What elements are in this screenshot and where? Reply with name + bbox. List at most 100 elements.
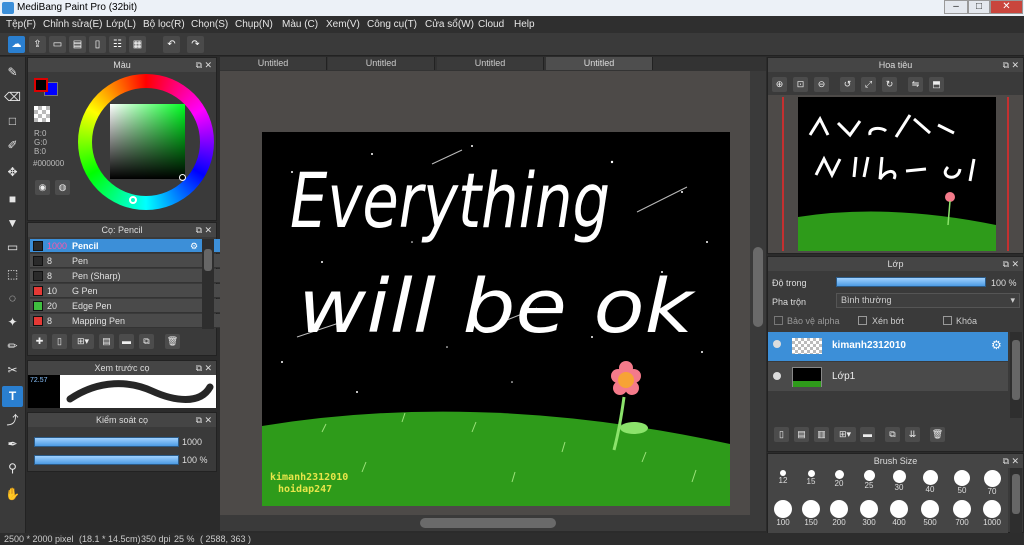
brush-size-scrollbar[interactable] [1010, 468, 1022, 534]
brush-size-20[interactable]: 20 [827, 470, 851, 488]
select-eraser-tool-icon[interactable]: ✂ [2, 360, 23, 381]
menu-window[interactable]: Cửa sổ(W) [425, 19, 474, 30]
menu-select[interactable]: Chọn(S) [191, 19, 228, 30]
brush-item-mapping-pen[interactable]: 8 Mapping Pen [30, 314, 226, 328]
menu-tools[interactable]: Công cụ(T) [367, 19, 417, 30]
layer-folder-icon[interactable]: ▬ [860, 427, 875, 442]
close-icon[interactable]: ✕ [204, 361, 212, 375]
folder-icon[interactable]: ▬ [119, 334, 134, 349]
flip-icon[interactable]: ⇋ [908, 77, 923, 92]
tab-untitled-4[interactable]: Untitled [546, 57, 653, 70]
brush-item-pen[interactable]: 8 Pen [30, 254, 226, 268]
popout-icon[interactable]: ⧉ [196, 223, 202, 237]
brush-item-g-pen[interactable]: 10 G Pen [30, 284, 226, 298]
operation-tool-icon[interactable]: ⤴ [2, 410, 23, 431]
popout-icon[interactable]: ⧉ [196, 58, 202, 72]
saturation-value-square[interactable] [110, 104, 185, 179]
new-layer-icon[interactable]: ▯ [774, 427, 789, 442]
menu-file[interactable]: Tệp(F) [6, 19, 36, 30]
brush-size-700[interactable]: 700 [950, 500, 974, 527]
zoom-out-icon[interactable]: ⊖ [814, 77, 829, 92]
duplicate-icon[interactable]: ⧉ [139, 334, 154, 349]
menu-color[interactable]: Màu (C) [282, 19, 318, 30]
gradient-tool-icon[interactable]: ▭ [2, 237, 23, 258]
popout-icon[interactable]: ⧉ [1003, 257, 1009, 271]
page-icon[interactable]: ▯ [89, 36, 106, 53]
vertical-scrollbar[interactable] [750, 71, 766, 515]
comment-icon[interactable]: ▭ [49, 36, 66, 53]
new-halftone-layer-icon[interactable]: ▤ [794, 427, 809, 442]
layer-list-scrollbar[interactable] [1010, 332, 1022, 418]
close-button[interactable]: ✕ [990, 0, 1023, 14]
brush-size-200[interactable]: 200 [827, 500, 851, 527]
move-tool-icon[interactable]: ✥ [2, 162, 23, 183]
add-brush-icon[interactable]: ✚ [32, 334, 47, 349]
brush-size-slider[interactable] [34, 437, 179, 447]
pen-tool-icon[interactable]: ✐ [2, 135, 23, 156]
minimize-button[interactable]: – [944, 0, 968, 14]
select-rect-tool-icon[interactable]: ⬚ [2, 264, 23, 285]
grid-icon[interactable]: ▦ [129, 36, 146, 53]
tab-untitled-3[interactable]: Untitled [437, 57, 544, 70]
artwork-canvas[interactable]: Everything will be ok kimanh2312010 hoid… [262, 132, 730, 506]
menu-help[interactable]: Help [514, 19, 535, 30]
page-list-icon[interactable]: ☷ [109, 36, 126, 53]
lock-checkbox[interactable] [943, 316, 952, 325]
close-icon[interactable]: ✕ [1011, 454, 1019, 468]
palette-edit-icon[interactable]: ◍ [55, 180, 70, 195]
undo-icon[interactable]: ↶ [163, 36, 180, 53]
brush-opacity-slider[interactable] [34, 455, 179, 465]
transparent-swatch[interactable] [34, 106, 50, 122]
lock-view-icon[interactable]: ⬒ [929, 77, 944, 92]
new-brush-icon[interactable]: ▯ [52, 334, 67, 349]
magic-wand-tool-icon[interactable]: ✦ [2, 312, 23, 333]
layer-add-menu-icon[interactable]: ⊞▾ [834, 427, 856, 442]
close-icon[interactable]: ✕ [204, 58, 212, 72]
layer-row-lop1[interactable]: Lớp1 [768, 362, 1008, 391]
close-icon[interactable]: ✕ [1011, 58, 1019, 72]
redo-icon[interactable]: ↷ [187, 36, 204, 53]
bucket-tool-icon[interactable]: ▼ [2, 213, 23, 234]
comment-edit-icon[interactable]: ▤ [69, 36, 86, 53]
brush-size-25[interactable]: 25 [857, 470, 881, 490]
brush-size-400[interactable]: 400 [887, 500, 911, 527]
close-icon[interactable]: ✕ [1011, 257, 1019, 271]
popout-icon[interactable]: ⧉ [1003, 454, 1009, 468]
zoom-in-icon[interactable]: ⊕ [772, 77, 787, 92]
brush-size-100[interactable]: 100 [771, 500, 795, 527]
pipette-tool-icon[interactable]: ⚲ [2, 458, 23, 479]
fit-window-icon[interactable]: ⤢ [861, 77, 876, 92]
cloud-icon[interactable]: ☁ [8, 36, 25, 53]
color-marker[interactable] [179, 174, 186, 181]
menu-filter[interactable]: Bộ lọc(R) [143, 19, 185, 30]
brush-tool-icon[interactable]: ✎ [2, 62, 23, 83]
rotate-left-icon[interactable]: ↺ [840, 77, 855, 92]
brush-size-150[interactable]: 150 [799, 500, 823, 527]
brush-size-300[interactable]: 300 [857, 500, 881, 527]
brush-item-pencil[interactable]: 1000 Pencil ⚙ [30, 239, 226, 253]
menu-cloud[interactable]: Cloud [478, 19, 504, 30]
horizontal-scrollbar[interactable] [220, 515, 766, 531]
brush-size-1000[interactable]: 1000 [980, 500, 1004, 527]
select-pen-tool-icon[interactable]: ✏ [2, 336, 23, 357]
popout-icon[interactable]: ⧉ [196, 361, 202, 375]
brush-item-pen-sharp[interactable]: 8 Pen (Sharp) [30, 269, 226, 283]
gear-icon[interactable]: ⚙ [991, 338, 1002, 352]
brush-size-30[interactable]: 30 [887, 470, 911, 492]
hue-marker[interactable] [129, 196, 137, 204]
merge-layer-icon[interactable]: ⇊ [905, 427, 920, 442]
maximize-button[interactable]: □ [968, 0, 990, 14]
popout-icon[interactable]: ⧉ [1003, 58, 1009, 72]
brush-size-15[interactable]: 15 [799, 470, 823, 486]
popout-icon[interactable]: ⧉ [196, 413, 202, 427]
text-tool-icon[interactable]: T [2, 386, 23, 407]
menu-snap[interactable]: Chụp(N) [235, 19, 273, 30]
blend-mode-select[interactable]: Bình thường ▾ [836, 293, 1020, 308]
tab-untitled-2[interactable]: Untitled [328, 57, 435, 70]
close-icon[interactable]: ✕ [204, 223, 212, 237]
hand-tool-icon[interactable]: ✋ [2, 484, 23, 505]
foreground-color-swatch[interactable] [34, 78, 48, 92]
shape-tool-icon[interactable]: □ [2, 111, 23, 132]
brush-list-scrollbar[interactable] [202, 239, 214, 329]
eyedropper-tool-icon[interactable]: ✒ [2, 434, 23, 455]
